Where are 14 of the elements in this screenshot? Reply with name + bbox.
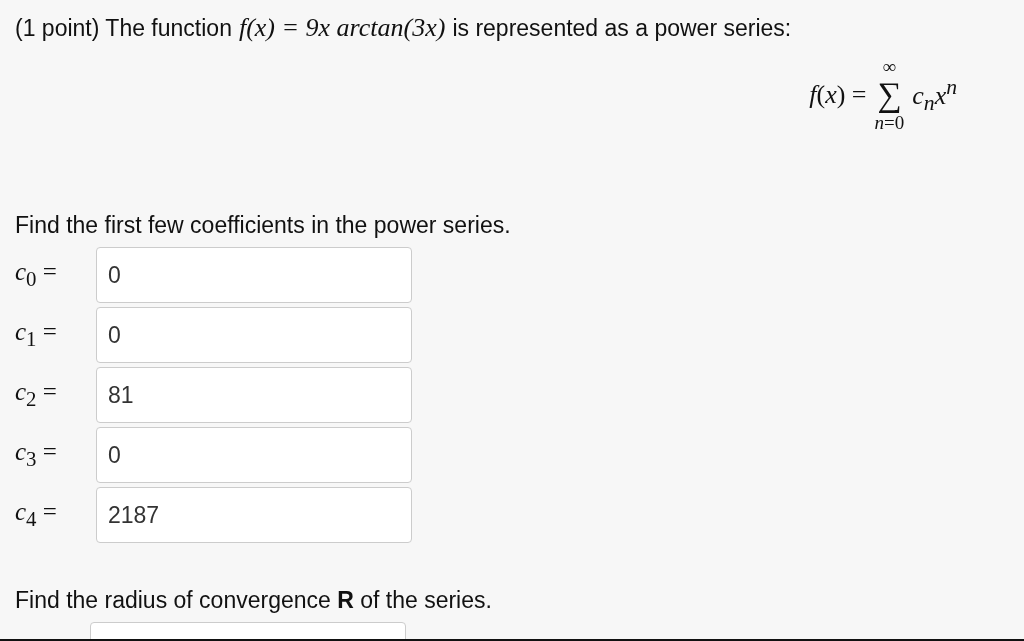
series-formula: f(x) = ∞ ∑ n=0 c$_{n}$x$^{n}$ — [809, 57, 957, 133]
coefficient-label: c$_{3}$ = — [15, 438, 58, 472]
instruction-text: Find the first few coefficients in the power series. — [15, 212, 512, 239]
answer-field[interactable]: 0 — [96, 427, 412, 483]
answer-field[interactable]: 2187 — [96, 487, 412, 543]
coefficient-label: c$_{2}$ = — [15, 378, 58, 412]
instruction-text: Find the radius of convergence R of the series. — [15, 587, 493, 614]
problem-statement: (1 point) The function f(x) = 9x arctan(3x) is represented as a power series: — [15, 12, 793, 43]
coefficient-label: c$_{4}$ = — [15, 498, 58, 532]
answer-field[interactable]: 0 — [96, 307, 412, 363]
answer-field[interactable]: 0 — [96, 247, 412, 303]
answer-field[interactable]: 81 — [96, 367, 412, 423]
coefficient-label: c$_{0}$ = — [15, 258, 58, 292]
coefficient-label: c$_{1}$ = — [15, 318, 58, 352]
